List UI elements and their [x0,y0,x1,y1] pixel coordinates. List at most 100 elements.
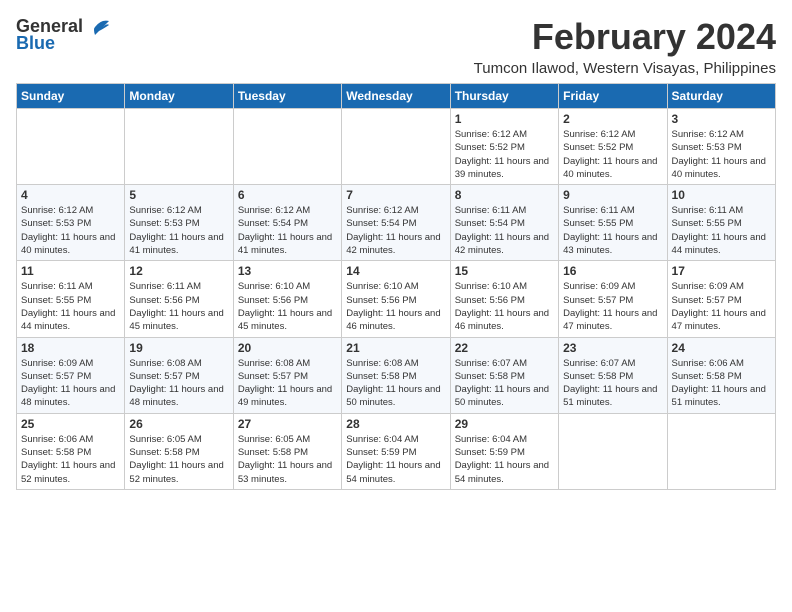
day-number: 2 [563,112,662,126]
day-number: 6 [238,188,337,202]
calendar-cell: 17 Sunrise: 6:09 AMSunset: 5:57 PMDayligh… [667,261,775,337]
calendar-cell: 1 Sunrise: 6:12 AMSunset: 5:52 PMDaylight… [450,109,558,185]
calendar-week-row: 18 Sunrise: 6:09 AMSunset: 5:57 PMDayligh… [17,337,776,413]
day-number: 18 [21,341,120,355]
calendar-cell: 12 Sunrise: 6:11 AMSunset: 5:56 PMDayligh… [125,261,233,337]
calendar-cell: 28 Sunrise: 6:04 AMSunset: 5:59 PMDayligh… [342,413,450,489]
calendar-cell: 7Sunrise: 6:12 AMSunset: 5:54 PMDaylight… [342,185,450,261]
day-info: Sunrise: 6:04 AMSunset: 5:59 PMDaylight:… [455,433,554,486]
day-number: 11 [21,264,120,278]
day-info: Sunrise: 6:09 AMSunset: 5:57 PMDaylight:… [21,357,120,410]
calendar-cell: 24 Sunrise: 6:06 AMSunset: 5:58 PMDayligh… [667,337,775,413]
day-info: Sunrise: 6:12 AMSunset: 5:52 PMDaylight:… [455,128,554,181]
day-number: 3 [672,112,771,126]
calendar-cell: 19Sunrise: 6:08 AMSunset: 5:57 PMDayligh… [125,337,233,413]
month-title: February 2024 [474,16,776,58]
calendar-cell: 2 Sunrise: 6:12 AMSunset: 5:52 PMDaylight… [559,109,667,185]
day-info: Sunrise: 6:12 AMSunset: 5:52 PMDaylight:… [563,128,662,181]
day-info: Sunrise: 6:11 AMSunset: 5:56 PMDaylight:… [129,280,228,333]
calendar-cell [342,109,450,185]
calendar-header-saturday: Saturday [667,84,775,109]
calendar-header-tuesday: Tuesday [233,84,341,109]
day-info: Sunrise: 6:12 AMSunset: 5:53 PMDaylight:… [672,128,771,181]
calendar-header-wednesday: Wednesday [342,84,450,109]
day-number: 24 [672,341,771,355]
day-info: Sunrise: 6:08 AMSunset: 5:58 PMDaylight:… [346,357,445,410]
day-number: 17 [672,264,771,278]
day-number: 28 [346,417,445,431]
calendar-cell: 22 Sunrise: 6:07 AMSunset: 5:58 PMDayligh… [450,337,558,413]
calendar-cell [667,413,775,489]
calendar-cell: 16 Sunrise: 6:09 AMSunset: 5:57 PMDayligh… [559,261,667,337]
logo-bird-icon [87,17,111,37]
calendar-cell: 29 Sunrise: 6:04 AMSunset: 5:59 PMDayligh… [450,413,558,489]
day-number: 12 [129,264,228,278]
day-info: Sunrise: 6:11 AMSunset: 5:54 PMDaylight:… [455,204,554,257]
day-info: Sunrise: 6:06 AMSunset: 5:58 PMDaylight:… [672,357,771,410]
calendar-cell: 6 Sunrise: 6:12 AMSunset: 5:54 PMDaylight… [233,185,341,261]
day-info: Sunrise: 6:06 AMSunset: 5:58 PMDaylight:… [21,433,120,486]
title-block: February 2024 Tumcon Ilawod, Western Vis… [474,16,776,77]
calendar-header-row: SundayMondayTuesdayWednesdayThursdayFrid… [17,84,776,109]
calendar-table: SundayMondayTuesdayWednesdayThursdayFrid… [16,83,776,490]
day-info: Sunrise: 6:12 AMSunset: 5:54 PMDaylight:… [346,204,445,257]
calendar-cell: 10 Sunrise: 6:11 AMSunset: 5:55 PMDayligh… [667,185,775,261]
day-info: Sunrise: 6:11 AMSunset: 5:55 PMDaylight:… [672,204,771,257]
calendar-cell: 14 Sunrise: 6:10 AMSunset: 5:56 PMDayligh… [342,261,450,337]
day-number: 29 [455,417,554,431]
day-number: 21 [346,341,445,355]
location-title: Tumcon Ilawod, Western Visayas, Philippi… [474,60,776,77]
day-number: 10 [672,188,771,202]
calendar-cell [559,413,667,489]
day-number: 4 [21,188,120,202]
calendar-week-row: 1 Sunrise: 6:12 AMSunset: 5:52 PMDaylight… [17,109,776,185]
calendar-header-friday: Friday [559,84,667,109]
day-info: Sunrise: 6:10 AMSunset: 5:56 PMDaylight:… [238,280,337,333]
calendar-cell: 21 Sunrise: 6:08 AMSunset: 5:58 PMDayligh… [342,337,450,413]
day-number: 1 [455,112,554,126]
day-info: Sunrise: 6:12 AMSunset: 5:53 PMDaylight:… [21,204,120,257]
calendar-cell: 25 Sunrise: 6:06 AMSunset: 5:58 PMDayligh… [17,413,125,489]
day-number: 27 [238,417,337,431]
calendar-cell: 20 Sunrise: 6:08 AMSunset: 5:57 PMDayligh… [233,337,341,413]
page-header: General Blue February 2024 Tumcon Ilawod… [16,16,776,77]
calendar-cell: 13 Sunrise: 6:10 AMSunset: 5:56 PMDayligh… [233,261,341,337]
calendar-cell: 4 Sunrise: 6:12 AMSunset: 5:53 PMDaylight… [17,185,125,261]
day-number: 26 [129,417,228,431]
calendar-cell: 8Sunrise: 6:11 AMSunset: 5:54 PMDaylight… [450,185,558,261]
day-number: 9 [563,188,662,202]
calendar-week-row: 4 Sunrise: 6:12 AMSunset: 5:53 PMDaylight… [17,185,776,261]
day-info: Sunrise: 6:12 AMSunset: 5:53 PMDaylight:… [129,204,228,257]
calendar-cell: 26 Sunrise: 6:05 AMSunset: 5:58 PMDayligh… [125,413,233,489]
calendar-cell [125,109,233,185]
calendar-cell: 27 Sunrise: 6:05 AMSunset: 5:58 PMDayligh… [233,413,341,489]
day-info: Sunrise: 6:07 AMSunset: 5:58 PMDaylight:… [455,357,554,410]
day-info: Sunrise: 6:10 AMSunset: 5:56 PMDaylight:… [346,280,445,333]
calendar-cell: 15Sunrise: 6:10 AMSunset: 5:56 PMDayligh… [450,261,558,337]
logo-blue-text: Blue [16,33,55,54]
day-number: 20 [238,341,337,355]
calendar-week-row: 25 Sunrise: 6:06 AMSunset: 5:58 PMDayligh… [17,413,776,489]
day-info: Sunrise: 6:07 AMSunset: 5:58 PMDaylight:… [563,357,662,410]
day-info: Sunrise: 6:08 AMSunset: 5:57 PMDaylight:… [129,357,228,410]
day-number: 13 [238,264,337,278]
day-number: 14 [346,264,445,278]
calendar-cell [17,109,125,185]
calendar-cell: 11 Sunrise: 6:11 AMSunset: 5:55 PMDayligh… [17,261,125,337]
day-info: Sunrise: 6:11 AMSunset: 5:55 PMDaylight:… [21,280,120,333]
calendar-week-row: 11 Sunrise: 6:11 AMSunset: 5:55 PMDayligh… [17,261,776,337]
day-info: Sunrise: 6:08 AMSunset: 5:57 PMDaylight:… [238,357,337,410]
day-number: 22 [455,341,554,355]
day-info: Sunrise: 6:05 AMSunset: 5:58 PMDaylight:… [129,433,228,486]
day-info: Sunrise: 6:09 AMSunset: 5:57 PMDaylight:… [563,280,662,333]
calendar-cell: 18 Sunrise: 6:09 AMSunset: 5:57 PMDayligh… [17,337,125,413]
day-info: Sunrise: 6:04 AMSunset: 5:59 PMDaylight:… [346,433,445,486]
day-info: Sunrise: 6:10 AMSunset: 5:56 PMDaylight:… [455,280,554,333]
day-number: 16 [563,264,662,278]
logo: General Blue [16,16,111,54]
day-info: Sunrise: 6:09 AMSunset: 5:57 PMDaylight:… [672,280,771,333]
calendar-cell: 3 Sunrise: 6:12 AMSunset: 5:53 PMDaylight… [667,109,775,185]
day-number: 25 [21,417,120,431]
day-info: Sunrise: 6:12 AMSunset: 5:54 PMDaylight:… [238,204,337,257]
day-info: Sunrise: 6:05 AMSunset: 5:58 PMDaylight:… [238,433,337,486]
